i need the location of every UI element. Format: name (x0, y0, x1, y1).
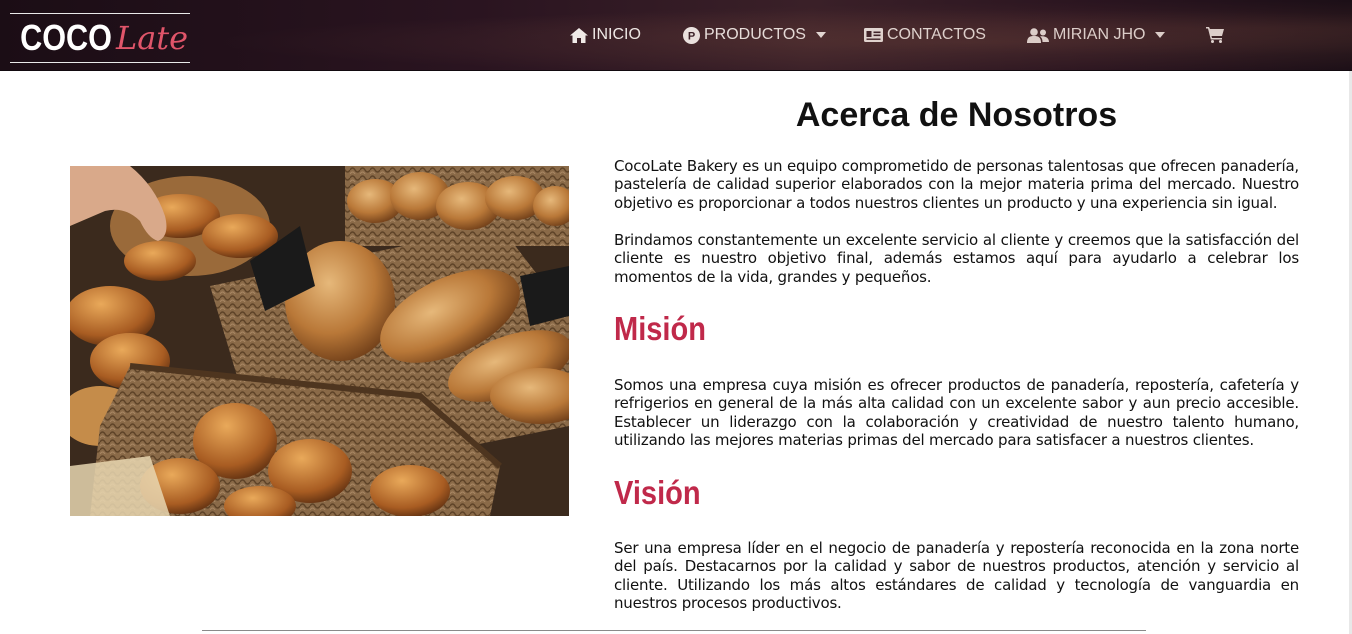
logo-text-late: Late (115, 19, 189, 57)
page-title: Acerca de Nosotros (795, 96, 1118, 134)
nav-inicio[interactable]: INICIO (570, 24, 641, 46)
nav-contactos[interactable]: CONTACTOS (864, 24, 986, 46)
brand-logo[interactable]: COCO Late (10, 13, 190, 63)
caret-down-icon (815, 32, 826, 38)
nav-productos[interactable]: P PRODUCTOS (683, 24, 826, 46)
nav-inicio-label: INICIO (592, 26, 641, 43)
nav-user-menu[interactable]: MIRIAN JHO (1027, 24, 1166, 46)
vision-paragraph: Ser una empresa líder en el negocio de p… (614, 539, 1299, 612)
svg-text:P: P (688, 30, 695, 42)
bakery-photo (70, 166, 569, 516)
about-paragraph-1: CocoLate Bakery es un equipo comprometid… (614, 157, 1299, 212)
bakery-image (70, 166, 569, 516)
mision-paragraph: Somos una empresa cuya misión es ofrecer… (614, 376, 1299, 449)
nav-productos-label: PRODUCTOS (704, 26, 806, 43)
navbar: COCO Late INICIO P PRODUCTOS CONTACTOS M… (0, 0, 1352, 71)
users-icon (1027, 27, 1049, 43)
nav-user-label: MIRIAN JHO (1053, 26, 1146, 43)
vision-title: Visión (614, 474, 701, 511)
section-divider (202, 630, 1146, 631)
nav-cart[interactable] (1206, 24, 1228, 46)
mision-title: Misión (614, 310, 706, 347)
about-paragraph-2: Brindamos constantemente un excelente se… (614, 231, 1299, 286)
home-icon (570, 27, 588, 43)
cart-icon (1206, 27, 1224, 43)
id-card-icon (864, 28, 883, 42)
logo-text-coco: COCO (20, 17, 112, 58)
caret-down-icon (1155, 32, 1166, 38)
nav-contactos-label: CONTACTOS (887, 26, 986, 43)
productos-p-icon: P (683, 26, 700, 44)
